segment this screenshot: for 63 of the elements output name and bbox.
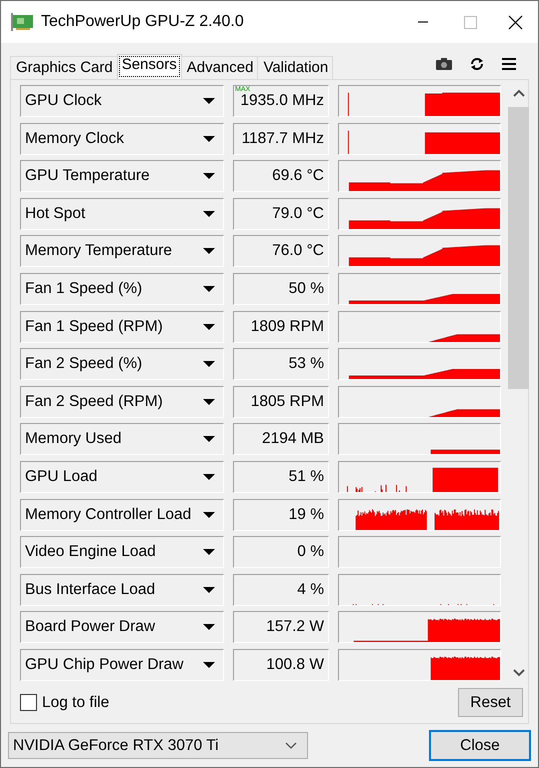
- tab[interactable]: Advanced: [180, 56, 258, 79]
- caret-icon: [203, 436, 215, 442]
- caret-icon: [203, 361, 215, 368]
- sensor-dropdown[interactable]: Memory Clock: [20, 122, 224, 155]
- scrollbar-thumb[interactable]: [508, 107, 529, 389]
- sensor-value: 50 %: [233, 272, 329, 305]
- sensor-value: 69.6 °C: [233, 160, 329, 192]
- tab[interactable]: Sensors: [116, 54, 182, 79]
- caret-icon: [203, 512, 215, 518]
- sensor-value: 53 %: [233, 348, 329, 380]
- gpu-dropdown[interactable]: NVIDIA GeForce RTX 3070 Ti: [8, 732, 308, 759]
- sensor-dropdown[interactable]: Fan 2 Speed (RPM): [20, 386, 224, 418]
- sensor-dropdown[interactable]: Video Engine Load: [20, 536, 224, 568]
- refresh-icon[interactable]: [470, 57, 484, 71]
- window-title: TechPowerUp GPU-Z 2.40.0: [41, 13, 245, 31]
- reset-button[interactable]: Reset: [458, 688, 523, 717]
- sensor-value: 79.0 °C: [233, 198, 329, 230]
- sensor-dropdown[interactable]: GPU Temperature: [20, 160, 224, 192]
- sensor-value: 4 %: [233, 574, 329, 606]
- sensor-value: 1187.7 MHz: [233, 122, 329, 155]
- chevron-icon: [285, 742, 297, 749]
- sensor-dropdown[interactable]: GPU Chip Power Draw: [20, 648, 224, 681]
- caret-icon: [203, 98, 215, 104]
- caret-icon: [203, 248, 215, 254]
- sensor-value: 2194 MB: [233, 423, 329, 456]
- caret-icon: [203, 286, 215, 292]
- sensor-dropdown[interactable]: Memory Controller Load: [20, 498, 224, 531]
- caret-icon: [203, 474, 215, 480]
- caret-icon: [203, 324, 215, 330]
- caret-icon: [203, 398, 215, 405]
- graphics-card-icon: [11, 13, 33, 31]
- close-button[interactable]: Close: [429, 730, 531, 761]
- sensor-value: 1805 RPM: [233, 386, 329, 418]
- menu-icon[interactable]: [502, 58, 516, 70]
- checkbox[interactable]: [20, 694, 37, 711]
- caret-icon: [203, 586, 215, 593]
- sensor-value: 51 %: [233, 460, 329, 493]
- sensor-dropdown[interactable]: Board Power Draw: [20, 611, 224, 644]
- caret-icon: [203, 549, 215, 556]
- camera-icon[interactable]: [436, 58, 452, 70]
- sensor-value: 19 %: [233, 498, 329, 531]
- sensor-dropdown[interactable]: Fan 1 Speed (RPM): [20, 310, 224, 343]
- sensor-dropdown[interactable]: Fan 1 Speed (%): [20, 272, 224, 305]
- caret-icon: [203, 662, 215, 668]
- tab[interactable]: Graphics Card: [10, 56, 118, 79]
- tab[interactable]: Validation: [257, 56, 334, 79]
- sensor-value: 76.0 °C: [233, 235, 329, 268]
- sensor-value: 157.2 W: [233, 611, 329, 644]
- checkbox-label: Log to file: [42, 694, 110, 712]
- sensor-dropdown[interactable]: Bus Interface Load: [20, 574, 224, 606]
- caret-icon: [203, 136, 215, 142]
- sensor-dropdown[interactable]: Memory Temperature: [20, 235, 224, 268]
- caret-icon: [203, 173, 215, 180]
- sensor-value: 100.8 W: [233, 648, 329, 681]
- sensor-dropdown[interactable]: GPU Clock: [20, 85, 224, 117]
- sensor-value: 0 %: [233, 536, 329, 568]
- sensor-dropdown[interactable]: Hot Spot: [20, 198, 224, 230]
- sensor-dropdown[interactable]: Fan 2 Speed (%): [20, 348, 224, 380]
- sensor-value: 1809 RPM: [233, 310, 329, 343]
- sensor-dropdown[interactable]: GPU Load: [20, 460, 224, 493]
- caret-icon: [203, 210, 215, 217]
- caret-icon: [203, 624, 215, 630]
- sensor-dropdown[interactable]: Memory Used: [20, 423, 224, 456]
